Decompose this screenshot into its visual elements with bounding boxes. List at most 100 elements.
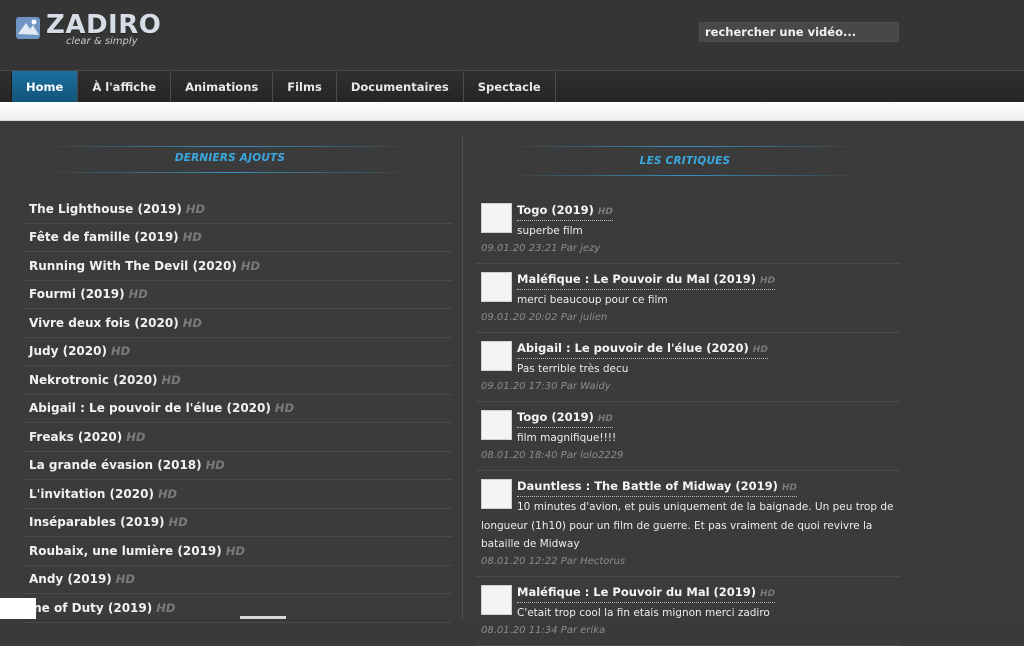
section-rule-top (505, 146, 865, 147)
movie-title[interactable]: Fourmi (2019) (29, 287, 125, 301)
review-item: Maléfique : Le Pouvoir du Mal (2019) HD m… (476, 264, 900, 333)
hd-badge: HD (128, 287, 148, 302)
review-title[interactable]: Abigail : Le pouvoir de l'élue (2020) HD (517, 341, 768, 359)
section-rule-bottom (505, 175, 865, 176)
list-item[interactable]: Andy (2019) HD (24, 566, 452, 594)
review-movie-title[interactable]: Maléfique : Le Pouvoir du Mal (2019) (517, 272, 756, 286)
review-text: film magnifique!!!! (517, 432, 617, 444)
review-meta: 09.01.20 23:21 Par jezy (481, 243, 601, 254)
site-logo[interactable]: ZADIRO clear & simply (14, 10, 194, 52)
movie-title[interactable]: La grande évasion (2018) (29, 458, 202, 472)
review-meta: 08.01.20 18:40 Par lolo2229 (481, 450, 624, 461)
hd-badge: HD (240, 258, 261, 273)
review-item: Dauntless : The Battle of Midway (2019) H… (476, 471, 900, 577)
review-title[interactable]: Togo (2019) HD (517, 203, 613, 221)
list-item[interactable]: Running With The Devil (2020) HD (24, 252, 452, 281)
review-title[interactable]: Togo (2019) HD (517, 410, 613, 428)
hd-badge: HD (110, 344, 131, 359)
review-item: Togo (2019) HD superbe film 09.01.20 23:2… (476, 195, 900, 264)
avatar (481, 203, 512, 233)
review-movie-title[interactable]: Togo (2019) (517, 203, 594, 217)
movie-title[interactable]: Inséparables (2019) (29, 515, 165, 529)
list-item[interactable]: Nekrotronic (2020) HD (24, 366, 452, 395)
hd-badge: HD (161, 372, 181, 387)
review-text: superbe film (517, 225, 583, 237)
list-item[interactable]: Abigail : Le pouvoir de l'élue (2020) HD (24, 395, 452, 423)
movie-title[interactable]: Andy (2019) (29, 572, 112, 586)
list-item[interactable]: Vivre deux fois (2020) HD (24, 309, 452, 338)
hd-badge: HD (157, 486, 178, 501)
nav-item-films[interactable]: Films (273, 71, 337, 103)
hd-badge: HD (597, 207, 613, 217)
list-item[interactable]: Inséparables (2019) HD (24, 509, 452, 537)
movie-title[interactable]: ine of Duty (2019) (29, 601, 152, 615)
review-title[interactable]: Dauntless : The Battle of Midway (2019) H… (517, 479, 797, 497)
main-nav: Home À l'affiche Animations Films Docume… (0, 70, 1024, 103)
review-movie-title[interactable]: Dauntless : The Battle of Midway (2019) (517, 479, 778, 493)
list-item[interactable]: Judy (2020) HD (24, 338, 452, 366)
hd-badge: HD (597, 414, 613, 424)
movie-title[interactable]: Nekrotronic (2020) (29, 373, 158, 387)
review-item: Maléfique : Le Pouvoir du Mal (2019) HD C… (476, 577, 900, 646)
review-text: Pas terrible très decu (517, 363, 629, 375)
movie-title[interactable]: L'invitation (2020) (29, 487, 154, 501)
movie-title[interactable]: Freaks (2020) (29, 430, 122, 444)
review-title[interactable]: Maléfique : Le Pouvoir du Mal (2019) HD (517, 272, 776, 290)
list-item[interactable]: Roubaix, une lumière (2019) HD (24, 537, 452, 566)
section-rule-top (40, 146, 420, 147)
review-meta: 09.01.20 20:02 Par julien (481, 312, 608, 323)
list-item[interactable]: Fourmi (2019) HD (24, 281, 452, 309)
latest-section-title: DERNIERS AJOUTS (174, 152, 286, 164)
review-movie-title[interactable]: Maléfique : Le Pouvoir du Mal (2019) (517, 585, 756, 599)
avatar (481, 585, 512, 615)
movie-title[interactable]: The Lighthouse (2019) (29, 202, 182, 216)
list-item[interactable]: Freaks (2020) HD (24, 423, 452, 452)
review-item: Abigail : Le pouvoir de l'élue (2020) HD … (476, 333, 900, 402)
review-item: Togo (2019) HD film magnifique!!!! 08.01.… (476, 402, 900, 471)
nav-item-documentaires[interactable]: Documentaires (337, 71, 464, 103)
review-text: C'etait trop cool la fin etais mignon me… (517, 607, 770, 619)
hd-badge: HD (760, 589, 776, 599)
movie-title[interactable]: Abigail : Le pouvoir de l'élue (2020) (29, 401, 271, 415)
hd-badge: HD (182, 230, 202, 245)
movie-title[interactable]: Roubaix, une lumière (2019) (29, 544, 222, 558)
list-item[interactable]: Fête de famille (2019) HD (24, 224, 452, 252)
review-meta: 09.01.20 17:30 Par Waidy (481, 381, 611, 392)
hd-badge: HD (274, 401, 295, 416)
movie-title[interactable]: Vivre deux fois (2020) (29, 316, 179, 330)
review-text: merci beaucoup pour ce film (517, 294, 668, 306)
hd-badge: HD (168, 515, 188, 530)
review-title[interactable]: Maléfique : Le Pouvoir du Mal (2019) HD (517, 585, 776, 603)
list-item[interactable]: L'invitation (2020) HD (24, 480, 452, 509)
review-movie-title[interactable]: Abigail : Le pouvoir de l'élue (2020) (517, 341, 749, 355)
hd-badge: HD (205, 458, 225, 473)
review-movie-title[interactable]: Togo (2019) (517, 410, 594, 424)
review-meta: 08.01.20 11:34 Par erika (481, 625, 606, 636)
avatar (481, 410, 512, 440)
movie-title[interactable]: Running With The Devil (2020) (29, 259, 237, 273)
list-item[interactable]: ine of Duty (2019) HD (24, 594, 452, 623)
hd-badge: HD (126, 429, 146, 444)
nav-tabs: Home À l'affiche Animations Films Docume… (11, 71, 556, 103)
nav-item-a-laffiche[interactable]: À l'affiche (78, 71, 172, 103)
nav-item-home[interactable]: Home (12, 71, 79, 103)
avatar (481, 479, 512, 509)
search-input[interactable]: rechercher une vidéo... (699, 22, 899, 42)
list-item[interactable]: La grande évasion (2018) HD (24, 452, 452, 480)
review-meta: 08.01.20 12:22 Par Hectorus (481, 556, 626, 567)
hd-badge: HD (781, 483, 797, 493)
logo-tagline: clear & simply (66, 36, 138, 47)
subnav-bar (0, 102, 1024, 121)
hd-badge: HD (752, 345, 768, 355)
logo-icon (16, 17, 40, 39)
movie-title[interactable]: Fête de famille (2019) (29, 230, 179, 244)
reviews-section-title: LES CRITIQUES (639, 155, 731, 167)
nav-item-animations[interactable]: Animations (171, 71, 274, 103)
nav-item-spectacle[interactable]: Spectacle (464, 71, 556, 103)
review-text-continued: longueur (1h10) pour un film de guerre. … (481, 520, 873, 550)
avatar (481, 341, 512, 371)
list-item[interactable]: The Lighthouse (2019) HD (24, 195, 452, 224)
latest-list: The Lighthouse (2019) HD Fête de famille … (24, 195, 452, 623)
movie-title[interactable]: Judy (2020) (29, 344, 107, 358)
hd-badge: HD (185, 201, 206, 216)
